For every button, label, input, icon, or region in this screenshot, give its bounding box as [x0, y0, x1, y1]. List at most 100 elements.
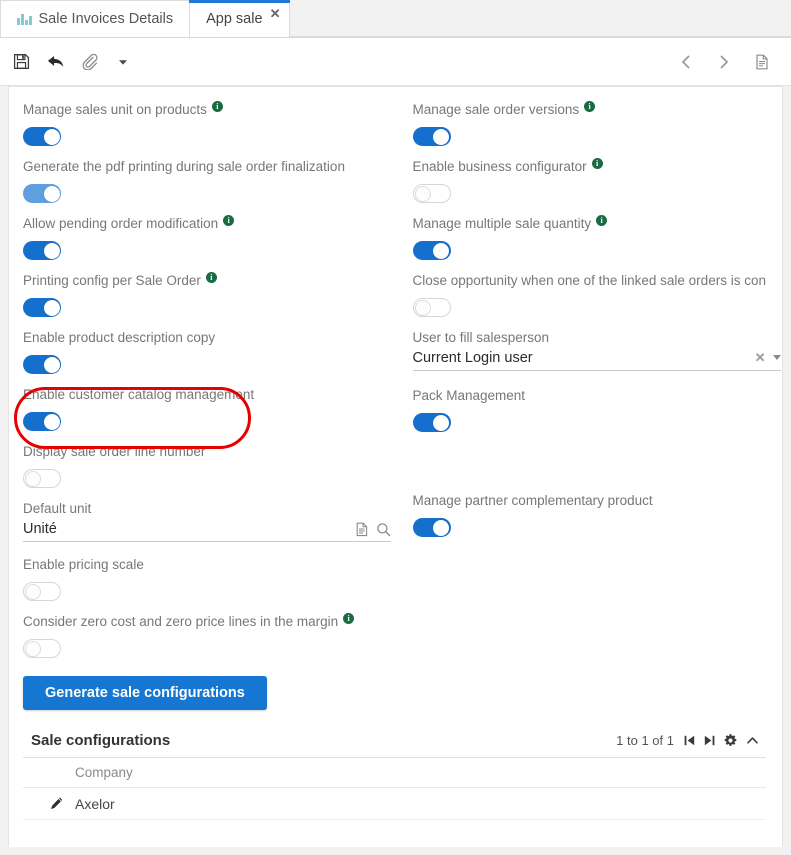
collapse-panel-button[interactable]: [745, 733, 760, 748]
panel-title: Sale configurations: [31, 732, 171, 749]
bar-chart-icon: [17, 13, 32, 25]
form-column-right: Manage sale order versions i Enable busi…: [395, 101, 781, 670]
field-label: Allow pending order modification i: [23, 215, 395, 232]
table-row[interactable]: Axelor: [23, 788, 766, 820]
panel-header: Sale configurations 1 to 1 of 1: [23, 732, 766, 758]
back-button[interactable]: [40, 47, 70, 77]
field-label: Printing config per Sale Order i: [23, 272, 395, 289]
toggle-knob: [25, 640, 41, 657]
field-label: Default unit: [23, 501, 92, 516]
toggle-knob: [43, 299, 60, 316]
toolbar: [0, 38, 791, 86]
field-manage-multiple-sale-quantity: Manage multiple sale quantity i: [412, 215, 767, 260]
info-icon[interactable]: i: [591, 158, 603, 169]
tab-label: Sale Invoices Details: [38, 11, 174, 27]
form-card: Manage sales unit on products i Generate…: [8, 86, 783, 847]
last-page-button[interactable]: [703, 734, 716, 747]
toggle-allow-pending-order-modification[interactable]: [23, 241, 61, 260]
user-to-fill-salesperson-value: Current Login user: [412, 350, 533, 366]
field-label: Consider zero cost and zero price lines …: [23, 613, 395, 630]
toggle-enable-business-configurator[interactable]: [412, 184, 451, 203]
toggle-enable-customer-catalog-management[interactable]: [23, 412, 61, 431]
save-button[interactable]: [6, 47, 36, 77]
toggle-close-opportunity[interactable]: [412, 298, 451, 317]
form-columns: Manage sales unit on products i Generate…: [23, 101, 781, 670]
save-icon: [13, 53, 29, 70]
toggle-pack-management[interactable]: [412, 413, 451, 432]
document-icon[interactable]: [355, 522, 369, 537]
more-actions-button[interactable]: [108, 47, 138, 77]
default-unit-input[interactable]: Unité: [23, 519, 391, 542]
toggle-knob: [43, 185, 60, 202]
toolbar-left-group: [0, 47, 138, 77]
back-arrow-icon: [47, 55, 63, 67]
toggle-knob: [43, 128, 60, 145]
field-label: Generate the pdf printing during sale or…: [23, 159, 345, 174]
toggle-knob: [43, 242, 60, 259]
record-details-button[interactable]: [747, 47, 777, 77]
grid-column-company: Company: [75, 765, 133, 780]
field-label: Close opportunity when one of the linked…: [412, 273, 767, 288]
toggle-manage-multiple-sale-quantity[interactable]: [412, 241, 451, 260]
close-icon[interactable]: ✕: [270, 7, 281, 20]
toggle-consider-zero-cost-lines[interactable]: [23, 639, 61, 658]
last-page-icon: [704, 735, 715, 746]
info-icon[interactable]: i: [211, 101, 223, 112]
toggle-knob: [414, 299, 431, 316]
toggle-knob: [43, 413, 60, 430]
search-icon[interactable]: [376, 522, 391, 537]
field-consider-zero-cost-lines: Consider zero cost and zero price lines …: [23, 613, 395, 658]
field-label: Pack Management: [412, 388, 526, 403]
chevron-down-icon[interactable]: [772, 354, 781, 360]
gear-icon: [724, 734, 737, 746]
settings-button[interactable]: [723, 733, 738, 748]
field-generate-pdf-printing: Generate the pdf printing during sale or…: [23, 158, 395, 203]
toggle-knob: [433, 242, 449, 259]
toggle-enable-pricing-scale[interactable]: [23, 582, 61, 601]
info-icon[interactable]: i: [223, 215, 235, 226]
next-record-button[interactable]: [709, 47, 739, 77]
first-page-button[interactable]: [683, 734, 696, 747]
info-icon[interactable]: i: [584, 101, 596, 112]
cell-company: Axelor: [75, 795, 115, 812]
select-icons: ✕: [755, 350, 781, 368]
tab-app-sale[interactable]: App sale ✕: [189, 0, 290, 37]
toggle-generate-pdf-printing[interactable]: [23, 184, 61, 203]
field-close-opportunity: Close opportunity when one of the linked…: [412, 272, 767, 317]
toggle-knob: [43, 356, 60, 373]
previous-record-button[interactable]: [671, 47, 701, 77]
toolbar-right-group: [671, 47, 791, 77]
user-to-fill-salesperson-select[interactable]: Current Login user ✕: [412, 348, 781, 371]
generate-sale-configurations-button[interactable]: Generate sale configurations: [23, 676, 267, 710]
tab-sale-invoices-details[interactable]: Sale Invoices Details: [0, 0, 191, 37]
field-display-sale-order-line-number: Display sale order line number: [23, 443, 395, 488]
field-enable-pricing-scale: Enable pricing scale: [23, 556, 395, 601]
pager-status: 1 to 1 of 1: [616, 733, 674, 748]
info-icon[interactable]: i: [205, 272, 217, 283]
default-unit-value: Unité: [23, 521, 57, 537]
field-label: Manage multiple sale quantity i: [413, 215, 767, 232]
tab-bar: Sale Invoices Details App sale ✕: [0, 0, 791, 38]
field-label: Enable pricing scale: [23, 557, 144, 572]
grid-header-row: Company: [23, 758, 766, 788]
field-enable-customer-catalog-management: Enable customer catalog management: [23, 386, 395, 431]
toggle-printing-config-per-sale-order[interactable]: [23, 298, 61, 317]
toggle-manage-sales-unit-on-products[interactable]: [23, 127, 61, 146]
toggle-knob: [25, 583, 41, 600]
toggle-knob: [433, 128, 449, 145]
tab-label: App sale: [206, 10, 263, 27]
attachment-button[interactable]: [74, 47, 104, 77]
info-icon[interactable]: i: [596, 215, 608, 226]
field-printing-config-per-sale-order: Printing config per Sale Order i: [23, 272, 395, 317]
toggle-display-sale-order-line-number[interactable]: [23, 469, 61, 488]
toggle-manage-sale-order-versions[interactable]: [412, 127, 451, 146]
chevron-right-icon: [720, 55, 728, 68]
toggle-enable-product-description-copy[interactable]: [23, 355, 61, 374]
field-manage-sale-order-versions: Manage sale order versions i: [412, 101, 767, 146]
edit-row-button[interactable]: [31, 796, 75, 811]
toggle-knob: [433, 414, 449, 431]
clear-icon[interactable]: ✕: [755, 350, 766, 366]
field-label: Display sale order line number: [23, 444, 206, 459]
toggle-manage-partner-complementary-product[interactable]: [412, 518, 451, 537]
info-icon[interactable]: i: [343, 613, 355, 624]
